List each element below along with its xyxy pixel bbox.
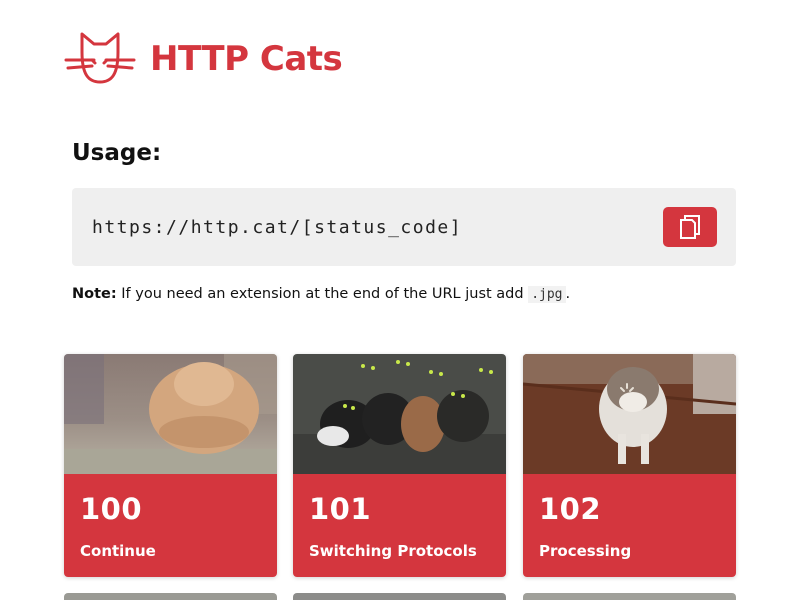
status-code: 100 [80,492,143,526]
note-extension: .jpg [528,286,566,303]
status-code: 101 [309,492,372,526]
note-label: Note: [72,286,117,302]
note-text: Note: If you need an extension at the en… [72,286,571,303]
cat-face-icon[interactable] [64,30,136,88]
cat-image-102 [523,354,736,474]
status-card-100[interactable]: 100 Continue [64,354,277,577]
status-code: 102 [539,492,602,526]
usage-code-text[interactable]: https://http.cat/[status_code] [92,217,462,238]
usage-code-box: https://http.cat/[status_code] [72,188,736,266]
copy-icon [680,215,700,239]
site-title[interactable]: HTTP Cats [150,39,343,79]
status-label: Switching Protocols [309,542,477,560]
site-header: HTTP Cats [64,30,343,88]
note-body: If you need an extension at the end of t… [116,286,529,302]
copy-button[interactable] [663,207,717,247]
status-card-101[interactable]: 101 Switching Protocols [293,354,506,577]
note-end: . [565,286,571,302]
usage-heading: Usage: [72,140,162,166]
status-label: Continue [80,542,156,560]
cat-image-100 [64,354,277,474]
status-card-102[interactable]: 102 Processing [523,354,736,577]
status-card-row2-2[interactable] [293,593,506,600]
status-card-row2-3[interactable] [523,593,736,600]
status-card-row2-1[interactable] [64,593,277,600]
cat-image-101 [293,354,506,474]
status-label: Processing [539,542,632,560]
